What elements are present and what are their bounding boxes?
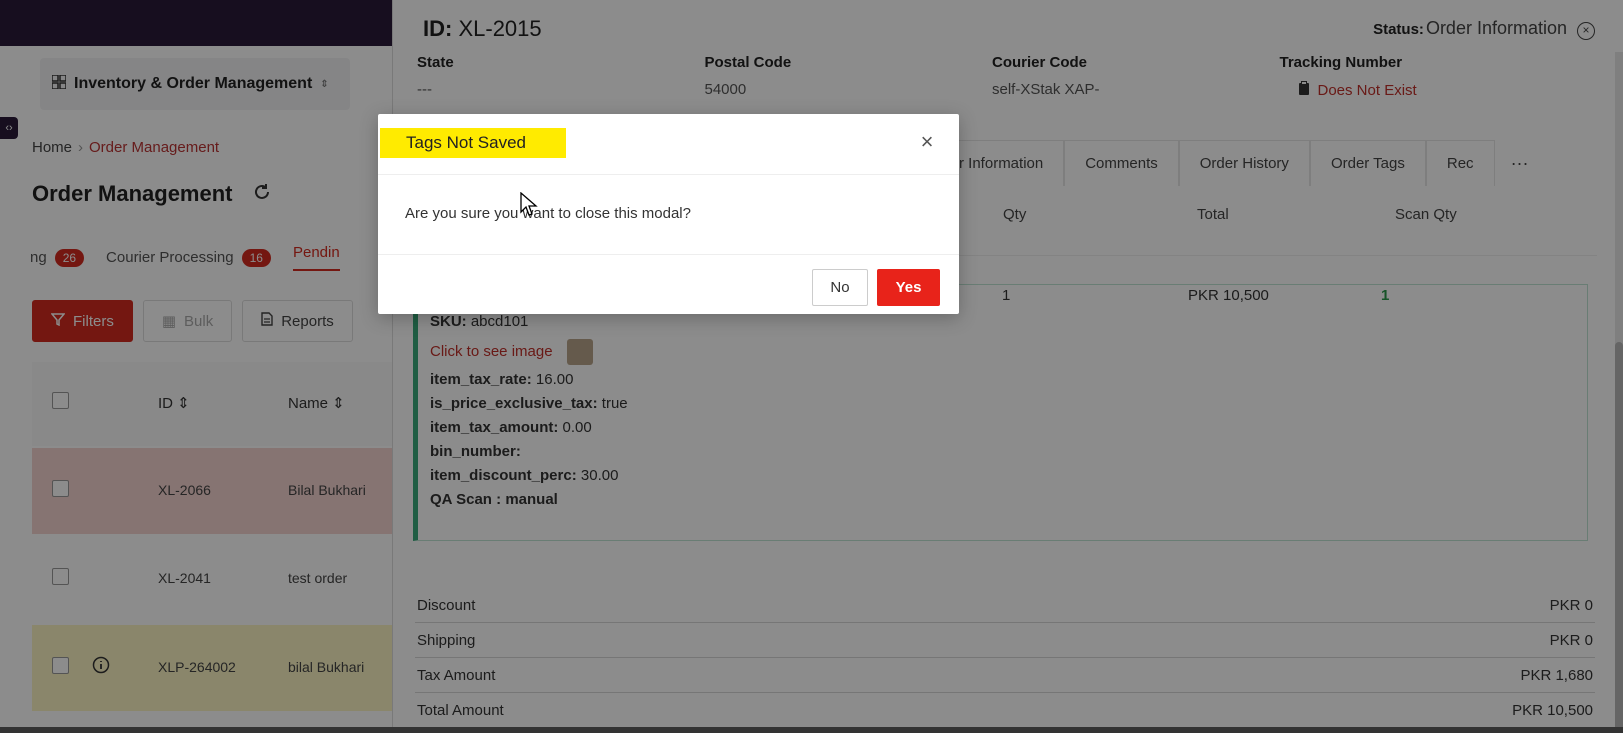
modal-backdrop[interactable] <box>0 0 1623 733</box>
modal-close-icon[interactable]: × <box>915 130 939 154</box>
modal-header: Tags Not Saved × <box>378 114 959 175</box>
modal-message: Are you sure you want to close this moda… <box>405 205 691 222</box>
tags-not-saved-modal: Tags Not Saved × Are you sure you want t… <box>378 114 959 314</box>
mouse-cursor-icon <box>520 192 538 216</box>
bottom-edge <box>0 727 1623 733</box>
yes-button[interactable]: Yes <box>877 269 940 306</box>
modal-footer: No Yes <box>378 254 959 314</box>
no-button[interactable]: No <box>812 269 868 306</box>
modal-title: Tags Not Saved <box>380 128 567 158</box>
